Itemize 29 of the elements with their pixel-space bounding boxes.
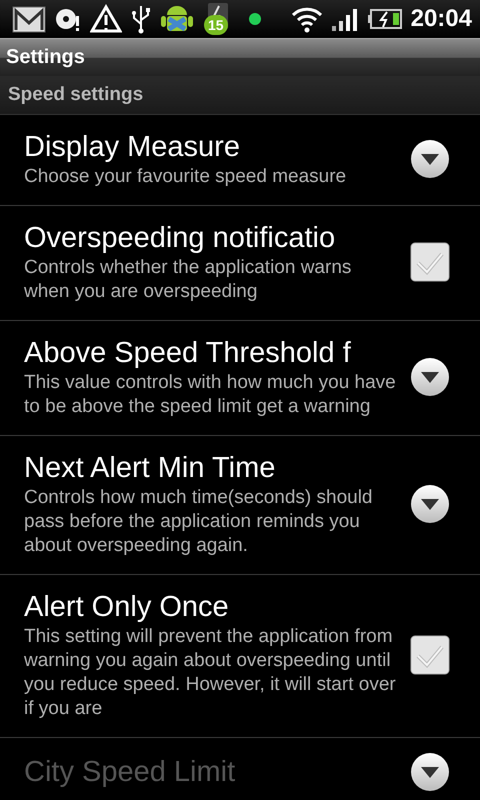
- warning-icon: [90, 4, 122, 34]
- status-dot-icon: [248, 12, 262, 26]
- usb-icon: [130, 4, 152, 34]
- clock-time: 20:04: [410, 5, 472, 33]
- preference-title: Above Speed Threshold f: [24, 336, 352, 371]
- preference-summary: Controls how much time(seconds) should pass before the application reminds you about overspeeding again.: [24, 486, 374, 558]
- preference-summary: This value controls with how much you have to be above the speed limit get a warning: [24, 371, 397, 419]
- checkbox[interactable]: [410, 635, 450, 675]
- wifi-icon: [290, 5, 323, 33]
- signal-icon: [330, 6, 359, 32]
- preference-item[interactable]: Overspeeding notificatio Controls whether the application warns when you are overspeeding: [0, 206, 480, 321]
- preference-title: Display Measure: [24, 130, 241, 165]
- notification-badge: 15: [204, 15, 228, 35]
- preference-summary: Controls whether the application warns when you are overspeeding: [24, 256, 352, 304]
- preference-item[interactable]: Display Measure Choose your favourite speed measure: [0, 115, 480, 206]
- preference-title: City Speed Limit: [24, 755, 236, 790]
- preference-item[interactable]: Above Speed Threshold f This value controls with how much you have to be above the speed limit get a warning: [0, 321, 480, 436]
- preference-title: Next Alert Min Time: [24, 451, 276, 486]
- mail-icon: [12, 4, 46, 34]
- checkbox[interactable]: [410, 242, 450, 282]
- preference-item[interactable]: Alert Only Once This setting will prevent the application from warning you again about overspeeding until you reduce speed. However, it will start over if you are: [0, 575, 480, 738]
- battery-charging-icon: [366, 8, 403, 30]
- screen-title: Settings: [6, 46, 85, 69]
- preference-summary: This setting will prevent the application from warning you again about overspeeding until you reduce speed. However, it will start over if you are: [24, 625, 397, 721]
- preference-title: Alert Only Once: [24, 590, 230, 625]
- preference-summary: Choose your favourite speed measure: [24, 165, 348, 189]
- preference-item[interactable]: Next Alert Min Time Controls how much time(seconds) should pass before the application reminds you about overspeeding again.: [0, 436, 480, 575]
- preference-title: Overspeeding notificatio: [24, 221, 336, 256]
- category-title: Speed settings: [8, 84, 144, 106]
